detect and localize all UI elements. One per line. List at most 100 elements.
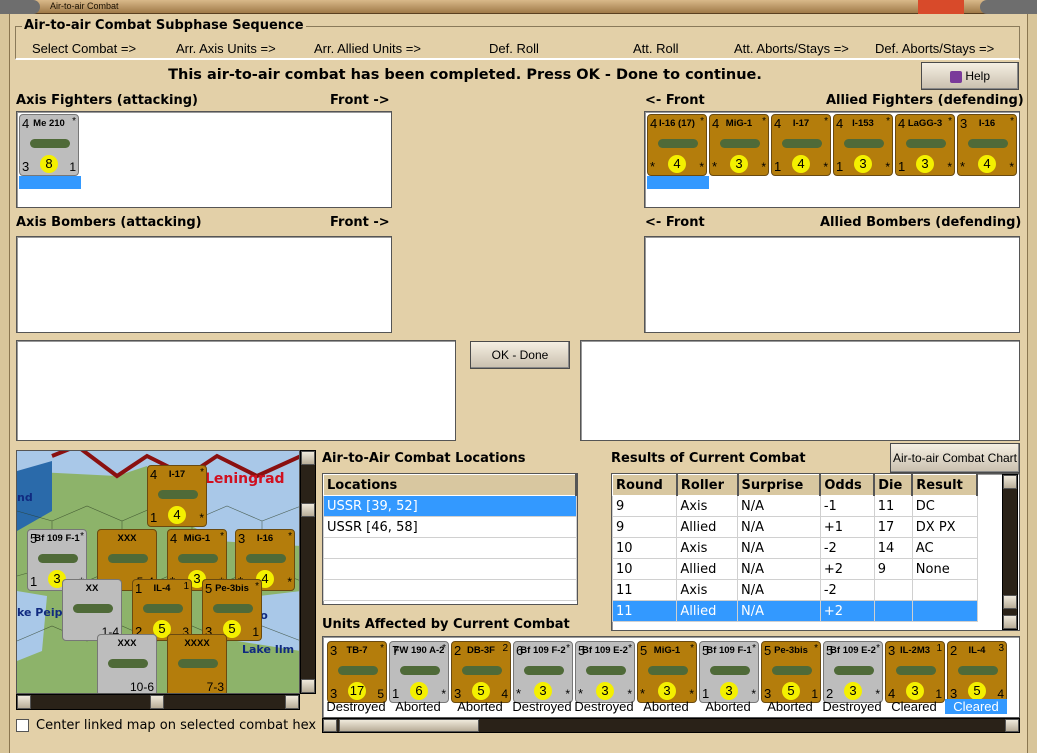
scroll-left-button[interactable] [17, 695, 31, 709]
scroll-thumb[interactable] [301, 503, 315, 517]
column-header[interactable]: Roller [676, 474, 739, 496]
unit-counter[interactable]: 5 MiG-1 * * * 3 [637, 641, 697, 703]
counter-value: 3 [916, 155, 934, 173]
results-label: Results of Current Combat [611, 451, 806, 466]
map-horizontal-scrollbar[interactable] [16, 694, 300, 710]
title-bar: Air-to-air Combat [0, 0, 1037, 14]
unit-counter[interactable]: 4MiG-1***3 [709, 114, 769, 176]
result-cell: N/A [737, 600, 821, 622]
aircraft-icon [108, 659, 148, 668]
allied-fighters-list[interactable]: 4 I-16 (17) * * * 4 4 MiG-1 * * * 3 4 I-17 * 1 * 4 4 I-153 *… [644, 111, 1020, 208]
unit-counter[interactable]: 4 I-17 * 1 * 4 [771, 114, 831, 176]
unit-counter[interactable]: XXXX 7-3 [167, 634, 227, 693]
unit-counter[interactable]: 5Bf 109 F-1*1*3 [699, 641, 759, 703]
counter-value: 4 [168, 506, 186, 524]
unit-counter[interactable]: 2 DB-3F 2 3 4 5 [451, 641, 511, 703]
axis-bombers-list[interactable] [16, 236, 392, 333]
aircraft-icon [586, 666, 626, 675]
unit-counter[interactable]: 5 Bf 109 E-2 * * * 3 [575, 641, 635, 703]
scroll-down-button[interactable] [301, 679, 315, 693]
help-label: Help [965, 69, 991, 83]
column-header[interactable]: Die [873, 474, 914, 496]
book-icon [949, 70, 962, 83]
affected-scrollbar[interactable] [322, 718, 1020, 733]
result-cell [911, 579, 978, 601]
result-row[interactable]: 9 Allied N/A +1 17 DX PX [611, 516, 978, 538]
scroll-up-button[interactable] [1003, 475, 1017, 489]
results-scrollbar[interactable] [1002, 474, 1018, 630]
unit-counter[interactable]: 4 I-153 * 1 * 3 [833, 114, 893, 176]
ok-done-button[interactable]: OK - Done [470, 341, 570, 369]
result-cell: 10 [611, 558, 678, 580]
locations-table[interactable]: Locations USSR [39, 52] USSR [46, 58] [322, 473, 578, 605]
unit-counter[interactable]: 3I-16***4 [957, 114, 1017, 176]
unit-result: Destroyed [574, 699, 634, 714]
unit-counter[interactable]: 3 IL-2M3 1 4 1 3 [885, 641, 945, 703]
unit-counter[interactable]: XXX 10-6 [97, 634, 157, 693]
unit-counter[interactable]: 5 Pe-3bis * 3 1 5 [202, 579, 262, 641]
counter-flag: * [824, 116, 828, 127]
unit-counter[interactable]: 7 FW 190 A-2 * 1 * 6 [389, 641, 449, 703]
counter-value: 3 [534, 682, 552, 700]
counter-bottom-right: 1 [69, 160, 76, 174]
counter-flag: * [200, 467, 204, 478]
window-control[interactable] [980, 0, 1037, 14]
scroll-left-button[interactable] [323, 719, 337, 732]
scroll-right-button[interactable] [285, 695, 299, 709]
unit-counter[interactable]: 4 LaGG-3 * 1 * 3 [895, 114, 955, 176]
counter-bottom-right: * [885, 160, 890, 174]
column-header[interactable]: Result [911, 474, 978, 496]
unit-counter[interactable]: 4 I-16 (17) * * * 4 [647, 114, 707, 176]
step-def-aborts: Def. Aborts/Stays => [875, 41, 995, 56]
scroll-thumb[interactable] [1003, 595, 1017, 609]
location-row[interactable]: USSR [46, 58] [323, 516, 577, 538]
counter-name: LaGG-3 [907, 118, 943, 129]
aircraft-icon [213, 604, 253, 613]
axis-fighters-list[interactable]: 4 Me 210 * 3 1 8 [16, 111, 392, 208]
unit-counter[interactable]: 5 Pe-3bis * 3 1 5 [761, 641, 821, 703]
result-cell: 11 [873, 495, 913, 517]
scroll-thumb[interactable] [150, 695, 164, 709]
unit-counter[interactable]: 4 Me 210 * 3 1 8 [19, 114, 79, 176]
scroll-thumb[interactable] [339, 719, 479, 732]
result-row[interactable]: 9 Axis N/A -1 11 DC [611, 495, 978, 517]
counter-flag: * [72, 116, 76, 127]
unit-counter[interactable]: 2 IL-4 3 3 4 5 [947, 641, 1007, 703]
scroll-down-button[interactable] [1003, 615, 1017, 629]
help-button[interactable]: Help [921, 62, 1019, 90]
result-row[interactable]: 10 Axis N/A -2 14 AC [611, 537, 978, 559]
result-cell: -2 [819, 579, 875, 601]
column-header[interactable]: Round [611, 474, 678, 496]
location-row[interactable]: USSR [39, 52] [323, 495, 577, 517]
unit-counter[interactable]: 4 I-17 * 1 * 4 [147, 465, 207, 527]
results-table[interactable]: Round Roller Surprise Odds Die Result 9 Axis N/A… [611, 473, 1020, 631]
counter-bottom-right: * [199, 511, 204, 525]
map-vertical-scrollbar[interactable] [300, 450, 316, 694]
counter-flag: * [80, 531, 84, 542]
counter-name: I-17 [168, 469, 186, 480]
scroll-up-button[interactable] [301, 451, 315, 465]
counter-bottom-right: * [699, 160, 704, 174]
unit-counter[interactable]: 6 Bf 109 F-2 * * * 3 [513, 641, 573, 703]
result-row[interactable]: 10 Allied N/A +2 9 None [611, 558, 978, 580]
location-cell: USSR [46, 58] [323, 516, 577, 538]
unit-counter[interactable]: XX 1-4 [62, 579, 122, 641]
unit-counter[interactable]: 1 IL-4 1 2 3 5 [132, 579, 192, 641]
linked-map[interactable]: Leningrad nd eva ke Peip Lake Ilm No 4I-… [16, 450, 300, 694]
column-header[interactable]: Surprise [737, 474, 822, 496]
aircraft-icon [710, 666, 750, 675]
combat-chart-button[interactable]: Air-to-air Combat Chart [890, 443, 1020, 473]
aircraft-icon [246, 554, 286, 563]
unit-counter[interactable]: 3 TB-7 * 3 5 17 [327, 641, 387, 703]
counter-flag: * [442, 643, 446, 654]
column-header[interactable]: Odds [819, 474, 876, 496]
allied-bombers-list[interactable] [644, 236, 1020, 333]
counter-bottom-right: * [761, 160, 766, 174]
center-map-checkbox[interactable] [16, 719, 29, 732]
scroll-right-button[interactable] [1005, 719, 1019, 732]
result-row[interactable]: 11 Allied N/A +2 [611, 600, 978, 622]
result-row[interactable]: 11 Axis N/A -2 [611, 579, 978, 601]
system-menu-button[interactable] [0, 0, 40, 14]
close-button[interactable] [918, 0, 964, 14]
unit-counter[interactable]: 5 Bf 109 E-2 * 2 * 3 [823, 641, 883, 703]
